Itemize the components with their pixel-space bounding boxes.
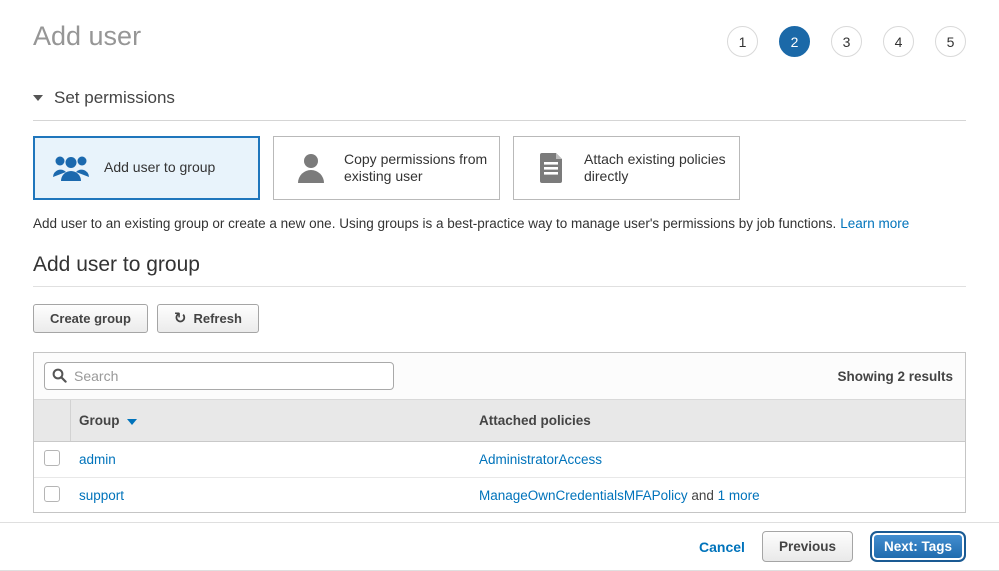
page-title: Add user xyxy=(33,20,141,52)
set-permissions-toggle[interactable]: Set permissions xyxy=(33,88,966,121)
table-header-row: Group Attached policies xyxy=(34,400,965,442)
group-link[interactable]: admin xyxy=(79,452,116,467)
cancel-link[interactable]: Cancel xyxy=(699,539,745,555)
card-copy-permissions[interactable]: Copy permissions from existing user xyxy=(273,136,500,200)
add-user-to-group-heading: Add user to group xyxy=(33,253,966,287)
row-checkbox[interactable] xyxy=(44,486,60,502)
wizard-footer: Cancel Previous Next: Tags xyxy=(0,522,999,571)
single-user-icon xyxy=(292,153,330,183)
more-policies-link[interactable]: 1 more xyxy=(718,488,760,503)
groups-table: Showing 2 results Group Attached policie… xyxy=(33,352,966,513)
section-description: Add user to an existing group or create … xyxy=(33,216,966,231)
policies-column-header: Attached policies xyxy=(469,400,965,441)
results-count: Showing 2 results xyxy=(837,369,953,384)
policy-document-icon xyxy=(532,153,570,183)
step-circle-1: 1 xyxy=(727,26,758,57)
table-toolbar: Showing 2 results xyxy=(34,353,965,400)
table-row-support: support ManageOwnCredentialsMFAPolicy an… xyxy=(34,477,965,512)
group-link[interactable]: support xyxy=(79,488,124,503)
refresh-icon: ↻ xyxy=(174,311,187,326)
section-title: Set permissions xyxy=(54,88,175,108)
step-circle-2-active: 2 xyxy=(779,26,810,57)
sort-descending-icon xyxy=(127,419,137,425)
step-circle-5: 5 xyxy=(935,26,966,57)
refresh-button[interactable]: ↻ Refresh xyxy=(157,304,259,333)
permission-option-cards: Add user to group Copy permissions from … xyxy=(33,136,966,200)
card-add-user-to-group[interactable]: Add user to group xyxy=(33,136,260,200)
learn-more-link[interactable]: Learn more xyxy=(840,216,909,231)
card-label: Copy permissions from existing user xyxy=(344,151,499,186)
policy-link[interactable]: ManageOwnCredentialsMFAPolicy xyxy=(479,488,688,503)
wizard-header: Add user 1 2 3 4 5 xyxy=(33,0,966,57)
users-group-icon xyxy=(52,155,90,181)
wizard-step-indicator: 1 2 3 4 5 xyxy=(727,20,966,57)
search-input[interactable] xyxy=(44,362,394,390)
previous-button[interactable]: Previous xyxy=(762,531,853,562)
card-attach-policies[interactable]: Attach existing policies directly xyxy=(513,136,740,200)
row-checkbox[interactable] xyxy=(44,450,60,466)
table-row-admin: admin AdministratorAccess xyxy=(34,442,965,477)
search-icon xyxy=(52,368,67,388)
header-checkbox-cell xyxy=(34,400,71,441)
description-text: Add user to an existing group or create … xyxy=(33,216,836,231)
refresh-label: Refresh xyxy=(193,311,241,326)
group-actions: Create group ↻ Refresh xyxy=(33,304,966,333)
policy-link[interactable]: AdministratorAccess xyxy=(479,452,602,467)
collapse-arrow-icon xyxy=(33,95,43,101)
step-circle-3: 3 xyxy=(831,26,862,57)
card-label: Attach existing policies directly xyxy=(584,151,739,186)
next-tags-button[interactable]: Next: Tags xyxy=(870,531,966,562)
create-group-button[interactable]: Create group xyxy=(33,304,148,333)
card-label: Add user to group xyxy=(104,159,223,177)
policy-suffix: and xyxy=(688,488,718,503)
group-column-header[interactable]: Group xyxy=(71,400,469,441)
step-circle-4: 4 xyxy=(883,26,914,57)
